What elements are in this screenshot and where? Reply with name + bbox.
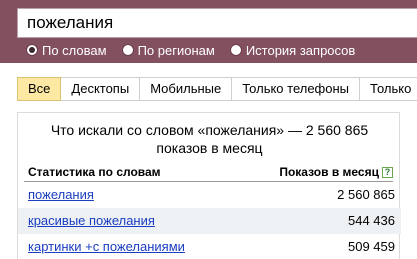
- tab-desktops[interactable]: Десктопы: [61, 77, 141, 101]
- device-tabs: Все Десктопы Мобильные Только телефоны Т…: [17, 77, 417, 101]
- search-input[interactable]: пожелания: [17, 8, 417, 38]
- impressions-count: 509 459: [348, 239, 395, 254]
- radio-unchecked-icon[interactable]: [121, 44, 134, 56]
- query-link[interactable]: пожелания: [28, 182, 94, 208]
- impressions-count: 2 560 865: [337, 187, 395, 202]
- table-row: картинки +с пожеланиями 509 459: [18, 234, 401, 259]
- mode-history[interactable]: История запросов: [229, 42, 356, 58]
- query-link[interactable]: красивые пожелания: [28, 208, 155, 234]
- table-row: пожелания 2 560 865: [18, 182, 401, 208]
- tab-tablets-only[interactable]: Только: [360, 77, 417, 101]
- column-header-count: Показов в месяц ?: [279, 165, 393, 179]
- tab-phones-only[interactable]: Только телефоны: [232, 77, 361, 101]
- help-icon[interactable]: ?: [382, 166, 393, 178]
- table-row: красивые пожелания 544 436: [18, 208, 401, 234]
- impressions-count: 544 436: [348, 213, 395, 228]
- mode-history-label: История запросов: [245, 42, 356, 58]
- word-stats-panel: Что искали со словом «пожелания» — 2 560…: [17, 112, 401, 259]
- column-header-query: Статистика по словам: [28, 165, 161, 179]
- column-header-count-label: Показов в месяц: [279, 165, 379, 179]
- search-mode-group: По словам По регионам История запросов: [26, 40, 370, 60]
- mode-by-regions-label: По регионам: [137, 42, 215, 58]
- tab-mobile[interactable]: Мобильные: [140, 77, 233, 101]
- mode-by-words[interactable]: По словам: [26, 43, 107, 58]
- radio-unchecked-icon[interactable]: [229, 44, 242, 56]
- stats-summary-line1: Что искали со словом «пожелания» — 2 560…: [50, 122, 369, 138]
- radio-checked-icon[interactable]: [26, 44, 38, 56]
- tab-all[interactable]: Все: [17, 77, 62, 101]
- mode-by-regions[interactable]: По регионам: [121, 42, 215, 58]
- stats-summary-line2: показов в месяц: [156, 140, 263, 156]
- query-link[interactable]: картинки +с пожеланиями: [28, 234, 185, 259]
- mode-by-words-label: По словам: [42, 42, 107, 58]
- search-panel: пожелания По словам По регионам История …: [0, 0, 417, 63]
- stats-summary: Что искали со словом «пожелания» — 2 560…: [18, 121, 401, 157]
